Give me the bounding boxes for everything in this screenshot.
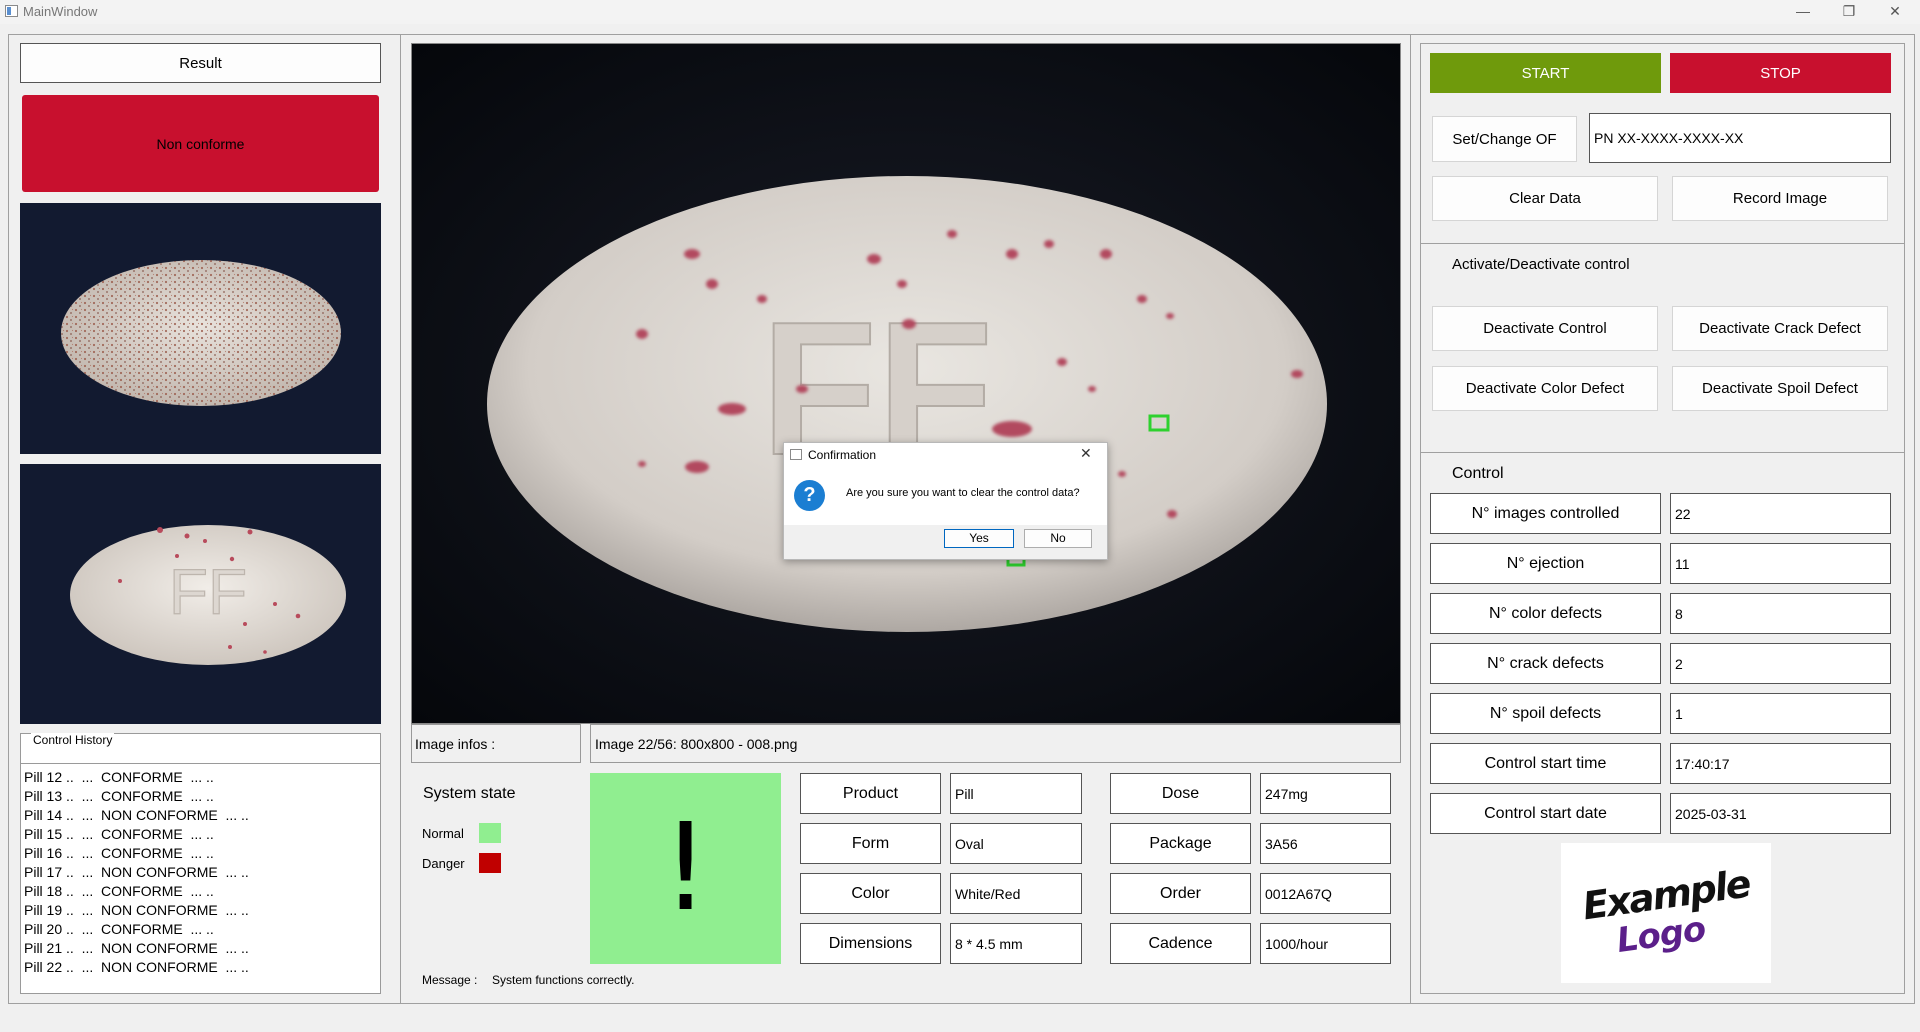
danger-color-swatch bbox=[479, 853, 501, 873]
no-button[interactable]: No bbox=[1024, 529, 1092, 548]
activate-title: Activate/Deactivate control bbox=[1452, 256, 1630, 273]
image-infos-label: Image infos : bbox=[411, 724, 581, 763]
history-item[interactable]: Pill 15 .. ... CONFORME ... .. bbox=[24, 825, 376, 844]
record-image-button[interactable]: Record Image bbox=[1672, 176, 1888, 221]
history-title: Control History bbox=[31, 733, 115, 747]
history-item[interactable]: Pill 13 .. ... CONFORME ... .. bbox=[24, 787, 376, 806]
control-stat-value: 17:40:17 bbox=[1670, 743, 1891, 784]
history-item[interactable]: Pill 20 .. ... CONFORME ... .. bbox=[24, 920, 376, 939]
control-title: Control bbox=[1452, 465, 1504, 482]
state-indicator: ! bbox=[590, 773, 781, 964]
app-icon bbox=[5, 5, 18, 17]
dialog-question: Are you sure you want to clear the contr… bbox=[846, 487, 1080, 499]
dialog-app-icon bbox=[790, 449, 802, 460]
history-list[interactable]: Pill 12 .. ... CONFORME ... .. Pill 13 ..… bbox=[24, 768, 376, 977]
danger-label: Danger bbox=[422, 856, 465, 871]
main-image-view: FF bbox=[411, 43, 1401, 724]
dialog-title: Confirmation bbox=[808, 448, 877, 462]
history-item[interactable]: Pill 14 .. ... NON CONFORME ... .. bbox=[24, 806, 376, 825]
window-title: MainWindow bbox=[23, 4, 98, 19]
info-value: 247mg bbox=[1260, 773, 1391, 814]
minimize-icon[interactable]: — bbox=[1780, 0, 1826, 24]
confirmation-dialog: Confirmation ✕ ? Are you sure you want t… bbox=[783, 442, 1108, 560]
control-stat-label: N° images controlled bbox=[1430, 493, 1661, 534]
info-value: 3A56 bbox=[1260, 823, 1391, 864]
pill-image-main: FF bbox=[412, 44, 1400, 723]
info-label: Package bbox=[1110, 823, 1251, 864]
control-stat-label: N° crack defects bbox=[1430, 643, 1661, 684]
info-label: Product bbox=[800, 773, 941, 814]
control-stat-value: 11 bbox=[1670, 543, 1891, 584]
info-value: Oval bbox=[950, 823, 1082, 864]
restore-icon[interactable]: ❐ bbox=[1826, 0, 1872, 24]
yes-button[interactable]: Yes bbox=[944, 529, 1014, 548]
title-bar: MainWindow — ❐ ✕ bbox=[0, 0, 1920, 24]
info-label: Color bbox=[800, 873, 941, 914]
pill-image-speckled bbox=[61, 260, 341, 406]
clear-data-button[interactable]: Clear Data bbox=[1432, 176, 1658, 221]
image-infos-value: Image 22/56: 800x800 - 008.png bbox=[590, 724, 1401, 763]
control-stat-label: N° ejection bbox=[1430, 543, 1661, 584]
result-status-label: Non conforme bbox=[156, 135, 245, 152]
info-label: Dose bbox=[1110, 773, 1251, 814]
info-value: 8 * 4.5 mm bbox=[950, 923, 1082, 964]
set-change-of-button[interactable]: Set/Change OF bbox=[1432, 116, 1577, 162]
control-stat-value: 22 bbox=[1670, 493, 1891, 534]
info-value: 0012A67Q bbox=[1260, 873, 1391, 914]
stop-button[interactable]: STOP bbox=[1670, 53, 1891, 93]
history-item[interactable]: Pill 17 .. ... NON CONFORME ... .. bbox=[24, 863, 376, 882]
close-icon[interactable]: ✕ bbox=[1872, 0, 1918, 24]
thumbnail-image-1 bbox=[20, 203, 381, 454]
info-value: Pill bbox=[950, 773, 1082, 814]
start-button[interactable]: START bbox=[1430, 53, 1661, 93]
info-label: Order bbox=[1110, 873, 1251, 914]
deactivate-control-button[interactable]: Deactivate Control bbox=[1432, 306, 1658, 351]
control-stat-label: Control start time bbox=[1430, 743, 1661, 784]
control-stat-value: 2025-03-31 bbox=[1670, 793, 1891, 834]
info-value: White/Red bbox=[950, 873, 1082, 914]
control-stat-value: 2 bbox=[1670, 643, 1891, 684]
info-label: Dimensions bbox=[800, 923, 941, 964]
system-state-title: System state bbox=[423, 785, 516, 802]
deactivate-color-button[interactable]: Deactivate Color Defect bbox=[1432, 366, 1658, 411]
pill-marking-small: FF bbox=[169, 556, 247, 628]
control-stat-value: 8 bbox=[1670, 593, 1891, 634]
control-history-box: Control History Pill 12 .. ... CONFORME … bbox=[20, 733, 381, 994]
deactivate-spoil-button[interactable]: Deactivate Spoil Defect bbox=[1672, 366, 1888, 411]
history-item[interactable]: Pill 12 .. ... CONFORME ... .. bbox=[24, 768, 376, 787]
dialog-close-icon[interactable]: ✕ bbox=[1080, 445, 1092, 462]
message-label: Message : bbox=[422, 973, 478, 987]
control-stat-label: N° color defects bbox=[1430, 593, 1661, 634]
history-item[interactable]: Pill 18 .. ... CONFORME ... .. bbox=[24, 882, 376, 901]
normal-label: Normal bbox=[422, 826, 464, 841]
warning-icon: ! bbox=[661, 799, 710, 938]
dialog-title-bar: Confirmation ✕ bbox=[784, 443, 1107, 467]
question-icon: ? bbox=[794, 480, 825, 511]
info-label: Form bbox=[800, 823, 941, 864]
history-item[interactable]: Pill 16 .. ... CONFORME ... .. bbox=[24, 844, 376, 863]
control-stat-value: 1 bbox=[1670, 693, 1891, 734]
normal-color-swatch bbox=[479, 823, 501, 843]
company-logo: Example Logo bbox=[1561, 843, 1771, 983]
of-input[interactable]: PN XX-XXXX-XXXX-XX bbox=[1589, 113, 1891, 163]
history-item[interactable]: Pill 22 .. ... NON CONFORME ... .. bbox=[24, 958, 376, 977]
info-label: Cadence bbox=[1110, 923, 1251, 964]
deactivate-crack-button[interactable]: Deactivate Crack Defect bbox=[1672, 306, 1888, 351]
result-status: Non conforme bbox=[22, 95, 379, 192]
control-stat-label: Control start date bbox=[1430, 793, 1661, 834]
result-button[interactable]: Result bbox=[20, 43, 381, 83]
pill-image-ff: FF bbox=[70, 525, 346, 665]
info-value: 1000/hour bbox=[1260, 923, 1391, 964]
message-text: System functions correctly. bbox=[492, 973, 635, 987]
thumbnail-image-2: FF bbox=[20, 464, 381, 724]
history-item[interactable]: Pill 21 .. ... NON CONFORME ... .. bbox=[24, 939, 376, 958]
control-stat-label: N° spoil defects bbox=[1430, 693, 1661, 734]
history-item[interactable]: Pill 19 .. ... NON CONFORME ... .. bbox=[24, 901, 376, 920]
